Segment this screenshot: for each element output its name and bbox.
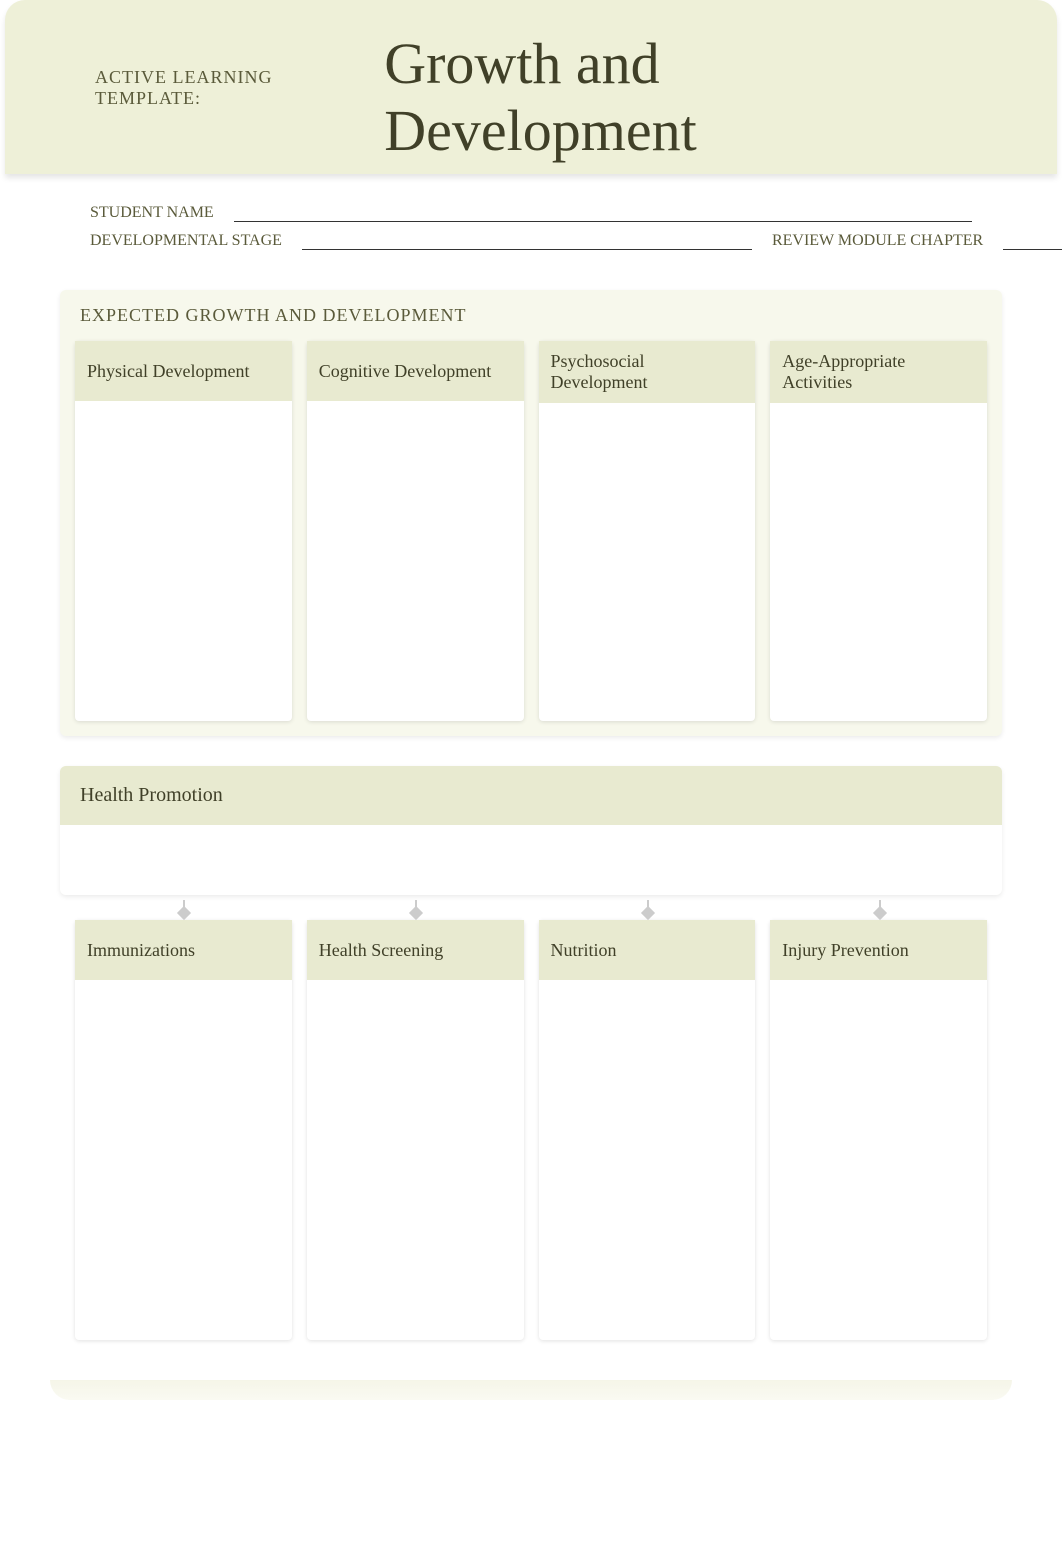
hp-top: Health Promotion	[60, 766, 1002, 895]
expected-panel: EXPECTED GROWTH AND DEVELOPMENT Physical…	[60, 290, 1002, 736]
arrow-down-icon	[770, 900, 987, 920]
card-body[interactable]	[307, 401, 524, 721]
card-title: Cognitive Development	[307, 341, 524, 401]
card-body[interactable]	[539, 403, 756, 721]
card-body[interactable]	[770, 980, 987, 1340]
hp-top-body[interactable]	[60, 825, 1002, 895]
card-title: Injury Prevention	[770, 920, 987, 980]
card-body[interactable]	[75, 401, 292, 721]
connectors	[60, 900, 1002, 920]
header-band: ACTIVE LEARNING TEMPLATE: Growth and Dev…	[5, 0, 1057, 174]
card-immunizations: Immunizations	[75, 920, 292, 1340]
form-section: STUDENT NAME DEVELOPMENTAL STAGE REVIEW …	[0, 174, 1062, 270]
expected-heading: EXPECTED GROWTH AND DEVELOPMENT	[75, 305, 987, 326]
card-title: Nutrition	[539, 920, 756, 980]
arrow-down-icon	[307, 900, 524, 920]
card-title: Health Screening	[307, 920, 524, 980]
card-nutrition: Nutrition	[539, 920, 756, 1340]
card-title: Age-Appropriate Activities	[770, 341, 987, 403]
dev-stage-label: DEVELOPMENTAL STAGE	[90, 232, 282, 250]
card-title: Psychosocial Development	[539, 341, 756, 403]
card-title: Immunizations	[75, 920, 292, 980]
template-label: ACTIVE LEARNING TEMPLATE:	[95, 67, 374, 109]
main-title: Growth and Development	[384, 30, 967, 164]
card-body[interactable]	[75, 980, 292, 1340]
card-injury-prevention: Injury Prevention	[770, 920, 987, 1340]
health-promotion-panel: Health Promotion Immunizations Health Sc…	[60, 766, 1002, 1340]
hp-heading: Health Promotion	[60, 766, 1002, 825]
arrow-down-icon	[75, 900, 292, 920]
page: ACTIVE LEARNING TEMPLATE: Growth and Dev…	[0, 0, 1062, 1400]
expected-grid: Physical Development Cognitive Developme…	[75, 341, 987, 721]
card-health-screening: Health Screening	[307, 920, 524, 1340]
card-body[interactable]	[307, 980, 524, 1340]
student-name-label: STUDENT NAME	[90, 204, 214, 222]
card-psychosocial-dev: Psychosocial Development	[539, 341, 756, 721]
student-name-field[interactable]	[234, 204, 972, 222]
arrow-down-icon	[539, 900, 756, 920]
review-chapter-field[interactable]	[1003, 232, 1062, 250]
card-activities: Age-Appropriate Activities	[770, 341, 987, 721]
hp-grid: Immunizations Health Screening Nutrition…	[60, 920, 1002, 1340]
review-chapter-label: REVIEW MODULE CHAPTER	[772, 232, 983, 250]
dev-stage-field[interactable]	[302, 232, 752, 250]
card-cognitive-dev: Cognitive Development	[307, 341, 524, 721]
card-physical-dev: Physical Development	[75, 341, 292, 721]
card-title: Physical Development	[75, 341, 292, 401]
card-body[interactable]	[539, 980, 756, 1340]
footer-band	[50, 1380, 1012, 1400]
card-body[interactable]	[770, 403, 987, 721]
